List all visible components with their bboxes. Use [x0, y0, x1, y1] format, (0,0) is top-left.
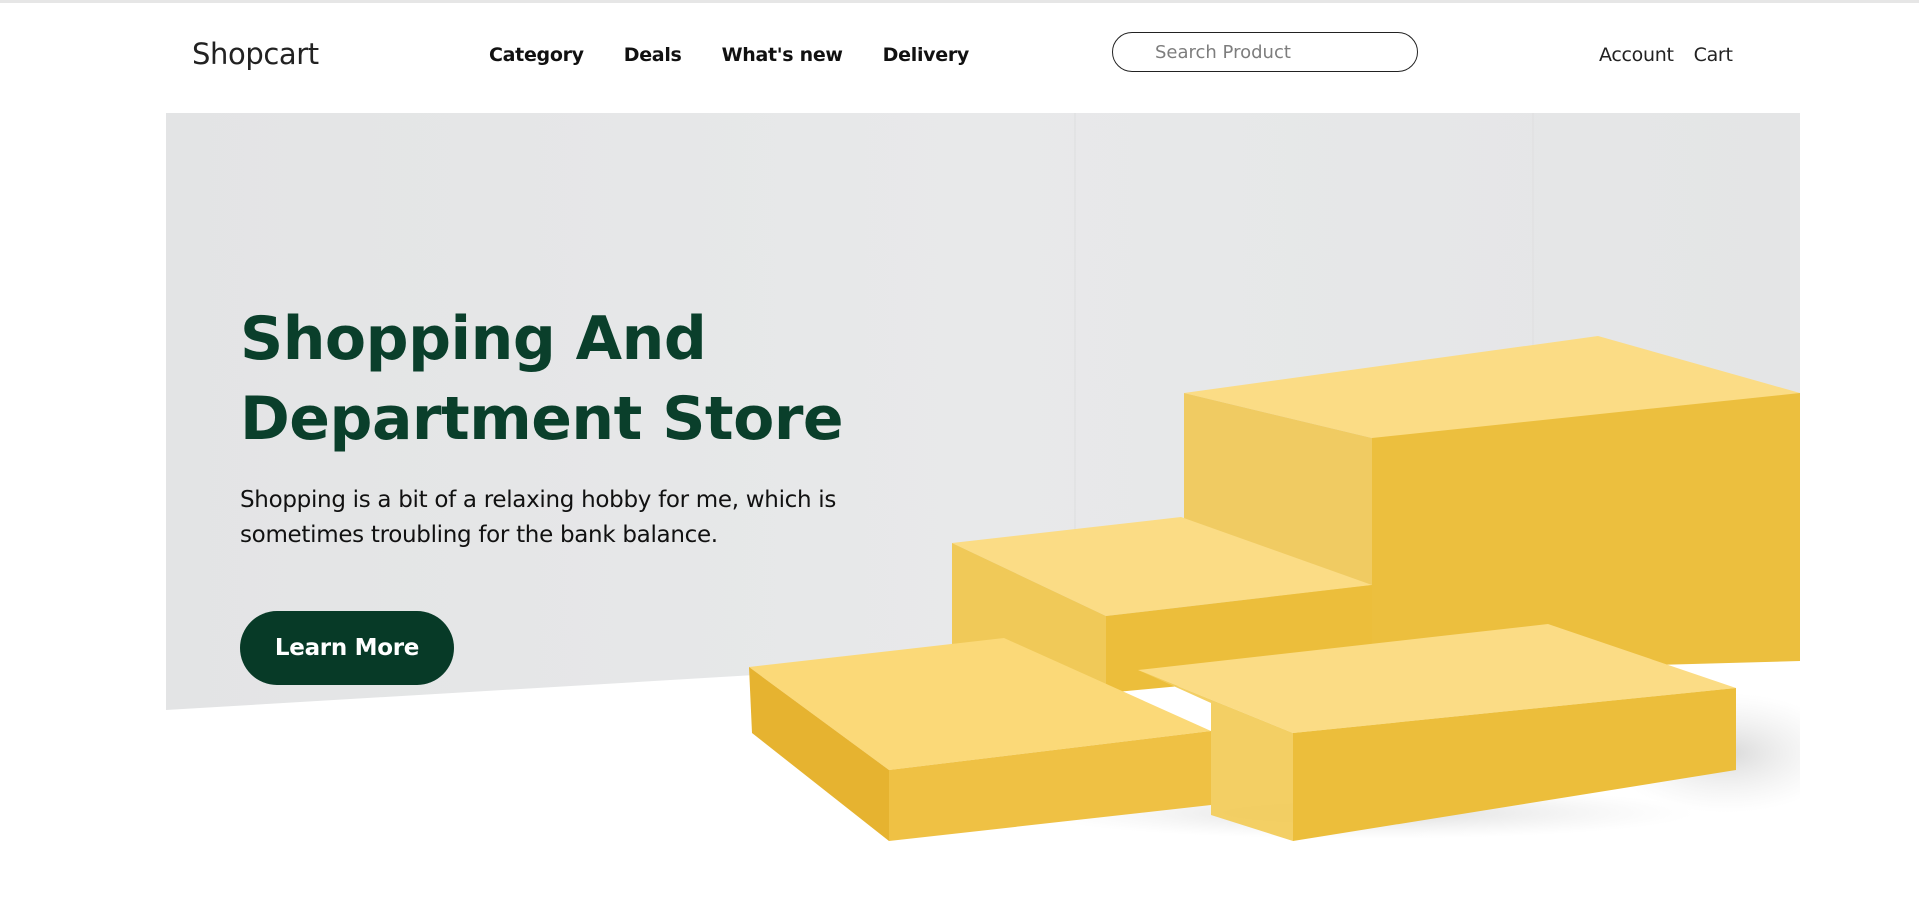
page: Shopcart Category Deals What's new Deliv… [0, 0, 1919, 914]
nav-category[interactable]: Category [489, 44, 584, 66]
hero-description-line-1: Shopping is a bit of a relaxing hobby fo… [240, 487, 837, 513]
account-link[interactable]: Account [1599, 44, 1674, 66]
main-nav: Category Deals What's new Delivery [489, 44, 969, 66]
search-input[interactable] [1153, 40, 1397, 64]
learn-more-button[interactable]: Learn More [240, 611, 454, 685]
cart-link[interactable]: Cart [1694, 44, 1733, 66]
hero-banner: Shopping And Department Store Shopping i… [166, 113, 1800, 853]
nav-deals[interactable]: Deals [624, 44, 682, 66]
hero-description: Shopping is a bit of a relaxing hobby fo… [240, 483, 860, 553]
logo[interactable]: Shopcart [192, 37, 319, 71]
nav-delivery[interactable]: Delivery [883, 44, 970, 66]
search-box [1112, 32, 1418, 72]
hero-description-line-2: sometimes troubling for the bank balance… [240, 522, 718, 548]
hero-title: Shopping And Department Store [240, 299, 860, 459]
hero-title-line-1: Shopping And [240, 304, 707, 374]
user-links: Account Cart [1599, 44, 1733, 66]
site-header: Shopcart Category Deals What's new Deliv… [0, 3, 1919, 109]
nav-whats-new[interactable]: What's new [722, 44, 843, 66]
hero-title-line-2: Department Store [240, 384, 844, 454]
